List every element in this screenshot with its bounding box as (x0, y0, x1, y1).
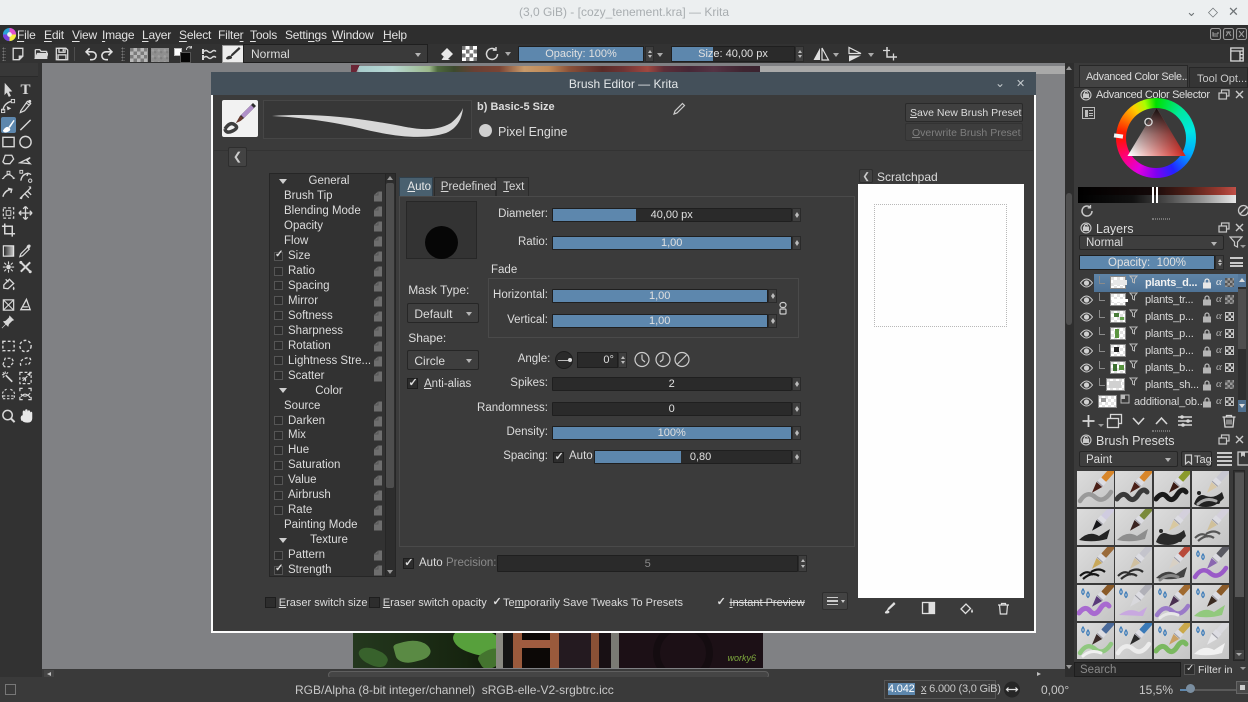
svg-text:T: T (20, 82, 30, 97)
